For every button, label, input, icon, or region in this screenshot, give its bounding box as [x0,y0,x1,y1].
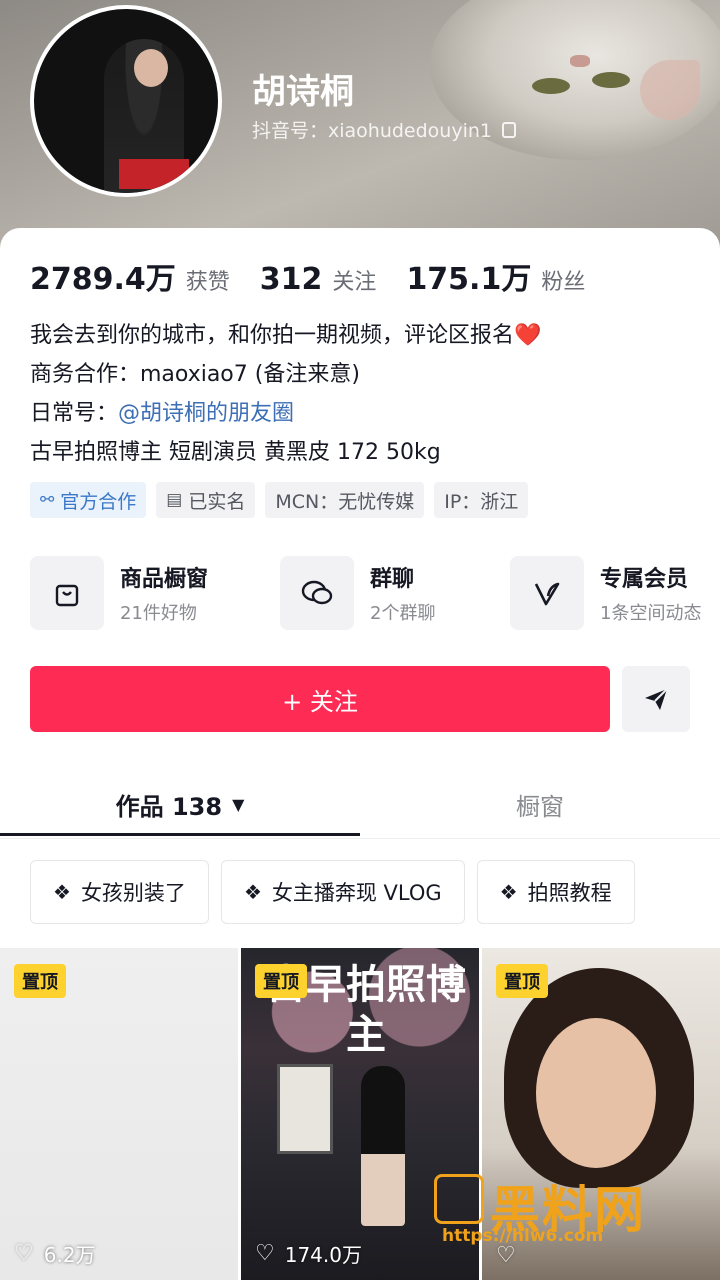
heart-outline-icon: ♡ [14,1241,34,1266]
bio-line-prefix: 日常号： [30,401,119,426]
pinned-badge: 置顶 [14,964,66,998]
stack-icon: ❖ [53,880,71,904]
collection-chip[interactable]: ❖ 女主播奔现 VLOG [220,860,465,924]
v-badge-icon [510,556,584,630]
bio: 我会去到你的城市，和你拍一期视频，评论区报名❤️ 商务合作：maoxiao7 (… [30,316,541,472]
bio-line: 古早拍照博主 短剧演员 黄黑皮 172 50kg [30,440,441,465]
stat-followers[interactable]: 175.1万 粉丝 [406,254,585,298]
shortcut-title: 专属会员 [600,567,689,592]
tab-works-label: 作品 138 [115,792,223,821]
shopping-bag-icon [30,556,104,630]
tab-shop[interactable]: 橱窗 [360,773,720,835]
shortcut-title: 商品橱窗 [120,567,209,592]
douyin-id-text: 抖音号：xiaohudedouyin1 [252,120,493,142]
person-figure [361,1066,405,1226]
handshake-icon: ⚯ [40,490,55,510]
bio-account-link[interactable]: @胡诗桐的朋友圈 [118,401,294,426]
stats-row: 2789.4万 获赞 312 关注 175.1万 粉丝 [30,254,615,298]
shortcut-shop-window[interactable]: 商品橱窗 21件好物 [30,556,208,630]
stat-label: 获赞 [185,270,230,295]
shortcut-title: 群聊 [370,567,415,592]
shortcut-subtitle: 21件好物 [120,603,197,624]
shortcut-text: 商品橱窗 21件好物 [120,561,208,625]
stat-number: 2789.4万 [30,262,176,297]
stat-number: 312 [259,262,323,297]
tab-underline [0,833,360,836]
stat-label: 粉丝 [541,270,586,295]
video-thumbnail[interactable]: 古早拍照博主 置顶 ♡ 174.0万 [241,948,479,1280]
stack-icon: ❖ [243,880,262,904]
collection-label: 女主播奔现 VLOG [271,881,442,905]
tag-mcn[interactable]: MCN：无忧传媒 [265,482,425,518]
shortcut-text: 群聊 2个群聊 [370,561,435,625]
collection-label: 女孩别装了 [80,881,186,905]
chat-bubbles-icon [280,556,354,630]
heart-emoji-icon: ❤️ [514,323,542,348]
profile-name: 胡诗桐 [252,72,354,112]
stat-label: 关注 [332,270,377,295]
avatar-red-garment [119,159,189,189]
avatar-face [134,49,168,87]
tag-row: ⚯ 官方合作 ▤ 已实名 MCN：无忧传媒 IP：浙江 [30,482,529,518]
shortcut-subtitle: 2个群聊 [370,603,436,624]
share-button[interactable] [622,666,690,732]
follow-button[interactable]: + 关注 [30,666,610,732]
portrait-face [536,1018,656,1168]
pinned-badge: 置顶 [255,964,307,998]
cat-nose [570,55,590,67]
pinned-badge: 置顶 [496,964,548,998]
caret-down-icon: ▼ [232,794,245,814]
tab-works[interactable]: 作品 138 ▼ [0,773,360,835]
tag-ip: IP：浙江 [434,482,529,518]
douyin-id[interactable]: 抖音号：xiaohudedouyin1 [252,116,517,143]
avatar[interactable] [30,5,222,197]
video-grid: 置顶 ♡ 6.2万 古早拍照博主 置顶 ♡ 174.0万 置顶 ♡ [0,948,720,1280]
collection-row: ❖ 女孩别装了 ❖ 女主播奔现 VLOG ❖ 拍照教程 [30,860,635,924]
video-thumbnail[interactable]: 置顶 ♡ [482,948,720,1280]
like-count: ♡ 174.0万 [255,1239,362,1268]
shortcut-membership[interactable]: 专属会员 1条空间动态 [510,556,701,630]
bio-line: 商务合作：maoxiao7 (备注来意) [30,362,360,387]
collection-chip[interactable]: ❖ 女孩别装了 [30,860,209,924]
bio-line: 日常号：@胡诗桐的朋友圈 [30,394,541,433]
poster-board [277,1064,333,1154]
shortcut-subtitle: 1条空间动态 [600,603,702,624]
id-card-icon: ▤ [166,490,183,510]
send-icon [645,688,668,710]
bio-line: 我会去到你的城市，和你拍一期视频，评论区报名❤️ [30,316,541,355]
heart-outline-icon: ♡ [255,1241,275,1266]
stat-likes[interactable]: 2789.4万 获赞 [30,254,230,298]
heart-outline-icon: ♡ [496,1243,516,1268]
shortcut-group-chat[interactable]: 群聊 2个群聊 [280,556,435,630]
shortcut-text: 专属会员 1条空间动态 [600,561,701,625]
like-count-text: 174.0万 [284,1243,362,1267]
collection-label: 拍照教程 [527,881,612,905]
tag-verified[interactable]: ▤ 已实名 [156,482,256,518]
like-count: ♡ [496,1243,526,1268]
cat-eye [592,72,630,88]
stat-following[interactable]: 312 关注 [260,262,377,297]
cat-eye [532,78,570,94]
tag-label: 官方合作 [60,490,137,513]
stack-icon: ❖ [499,880,518,904]
copy-icon[interactable] [502,121,517,138]
content-tabs: 作品 138 ▼ 橱窗 [0,773,720,839]
like-count-text: 6.2万 [43,1243,96,1267]
cat-ear [640,60,700,120]
tag-label: 已实名 [188,490,246,513]
shortcut-row: 商品橱窗 21件好物 群聊 2个群聊 专属会员 1条空间动态 [30,556,720,630]
tag-label: MCN：无忧传媒 [275,490,415,513]
stat-number: 175.1万 [406,262,532,297]
like-count: ♡ 6.2万 [14,1239,96,1268]
tag-official-cooperation[interactable]: ⚯ 官方合作 [30,482,147,518]
collection-chip[interactable]: ❖ 拍照教程 [476,860,635,924]
tag-label: IP：浙江 [444,490,519,513]
profile-card: 2789.4万 获赞 312 关注 175.1万 粉丝 我会去到你的城市，和你拍… [0,228,720,1280]
video-thumbnail[interactable]: 置顶 ♡ 6.2万 [0,948,238,1280]
bio-line-text: 我会去到你的城市，和你拍一期视频，评论区报名 [30,323,515,348]
